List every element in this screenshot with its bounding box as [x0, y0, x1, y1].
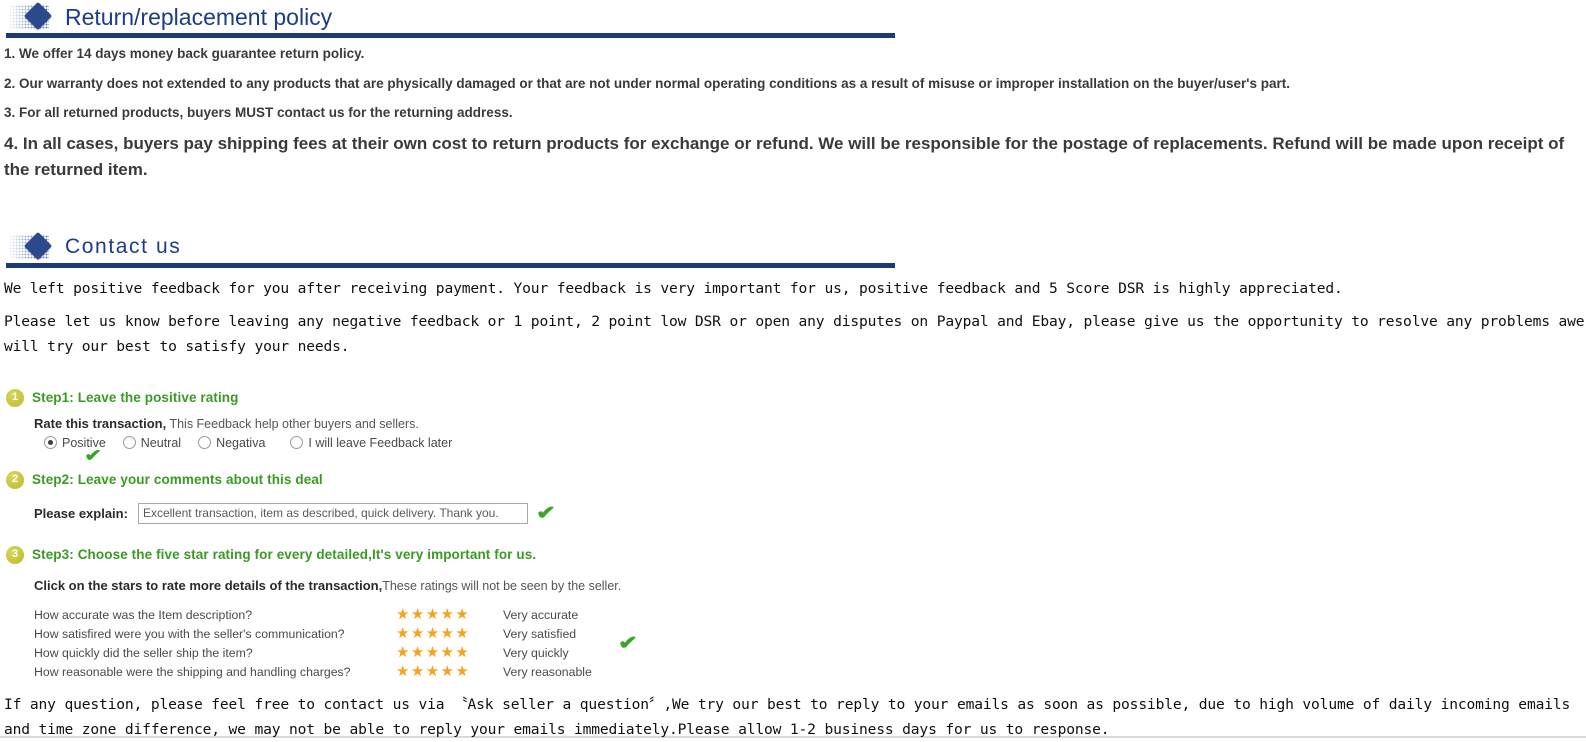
rating-question: How satisfired were you with the seller'…	[34, 626, 345, 641]
star-icons[interactable]: ★★★★★	[396, 645, 470, 660]
radio-feedback-later-label: I will leave Feedback later	[308, 435, 453, 450]
step1-badge: 1	[6, 388, 24, 407]
star-rating-control[interactable]: ★★★★★	[394, 626, 489, 645]
rate-transaction-label: Rate this transaction,	[34, 415, 167, 431]
return-policy-header: Return/replacement policy	[0, 0, 895, 38]
radio-option-neutral[interactable]: Neutral	[122, 435, 182, 450]
detailed-ratings-table: How accurate was the Item description? ★…	[34, 607, 638, 683]
star-icons[interactable]: ★★★★★	[396, 626, 470, 641]
radio-positive-indicator[interactable]	[44, 436, 57, 450]
table-row: How accurate was the Item description? ★…	[34, 607, 636, 626]
step3-title: Step3: Choose the five star rating for e…	[32, 547, 537, 563]
checkmark-icon: ✔	[84, 445, 103, 465]
contact-us-header: Contact us	[0, 230, 895, 268]
contact-us-title: Contact us	[65, 234, 182, 258]
rating-label: Very quickly	[503, 645, 569, 660]
star-icons[interactable]: ★★★★★	[396, 664, 470, 679]
step2-header: 2 Step2: Leave your comments about this …	[0, 470, 1586, 489]
diamond-icon	[9, 231, 65, 262]
click-stars-label: Click on the stars to rate more details …	[34, 577, 383, 593]
rating-radio-group: Positive Neutral Negativa I will leave F…	[34, 435, 1586, 464]
star-rating-control[interactable]: ★★★★★	[394, 664, 489, 683]
policy-item-1: 1. We offer 14 days money back guarantee…	[4, 46, 365, 61]
step1-title: Step1: Leave the positive rating	[32, 390, 239, 406]
please-explain-input[interactable]	[137, 502, 528, 524]
click-stars-line: Click on the stars to rate more details …	[34, 578, 1586, 593]
please-explain-label: Please explain:	[34, 505, 128, 521]
header-divider	[6, 33, 895, 38]
checkmark-icon: ✔	[535, 502, 556, 524]
policy-item-4: 4. In all cases, buyers pay shipping fee…	[4, 133, 1565, 180]
step2-badge: 2	[6, 470, 24, 489]
table-row: How quickly did the seller ship the item…	[34, 645, 636, 664]
return-policy-list: 1. We offer 14 days money back guarantee…	[0, 38, 1586, 184]
diamond-icon	[9, 1, 65, 32]
step3-header: 3 Step3: Choose the five star rating for…	[0, 545, 1586, 564]
policy-item-3: 3. For all returned products, buyers MUS…	[4, 105, 513, 121]
policy-item-2: 2. Our warranty does not extended to any…	[4, 75, 1290, 91]
contact-paragraph-2: Please let us know before leaving any ne…	[4, 312, 1585, 355]
radio-option-negative[interactable]: Negativa	[198, 436, 265, 450]
please-explain-row: Please explain: ✔	[34, 502, 1586, 524]
rating-label: Very satisfied	[503, 626, 577, 641]
rating-label: Very reasonable	[503, 664, 592, 679]
header-divider	[6, 262, 895, 268]
rate-transaction-line: Rate this transaction, This Feedback hel…	[34, 416, 1586, 431]
contact-footer-note: If any question, please feel free to con…	[0, 692, 1586, 742]
rating-question: How quickly did the seller ship the item…	[34, 645, 253, 660]
radio-neutral-label: Neutral	[140, 435, 182, 450]
contact-us-body: We left positive feedback for you after …	[0, 276, 1586, 359]
step3-badge: 3	[6, 545, 24, 564]
rate-transaction-hint: This Feedback help other buyers and sell…	[169, 416, 419, 431]
star-icons[interactable]: ★★★★★	[396, 607, 470, 622]
click-stars-hint: These ratings will not be seen by the se…	[382, 578, 622, 593]
radio-negative-indicator[interactable]	[198, 436, 212, 450]
step1-header: 1 Step1: Leave the positive rating	[0, 388, 1586, 407]
footer-paragraph: If any question, please feel free to con…	[4, 695, 1571, 738]
rating-question: How reasonable were the shipping and han…	[34, 664, 351, 679]
radio-negative-label: Negativa	[216, 435, 266, 450]
checkmark-icon: ✔	[617, 632, 638, 654]
table-row: How satisfired were you with the seller'…	[34, 626, 638, 653]
return-policy-title: Return/replacement policy	[65, 3, 333, 30]
table-row: How reasonable were the shipping and han…	[34, 664, 636, 683]
radio-neutral-indicator[interactable]	[122, 436, 136, 450]
rating-label: Very accurate	[503, 607, 579, 622]
contact-paragraph-1: We left positive feedback for you after …	[4, 279, 1343, 297]
radio-option-feedback-later[interactable]: I will leave Feedback later	[290, 436, 452, 450]
star-rating-control[interactable]: ★★★★★	[394, 607, 489, 626]
rating-question: How accurate was the Item description?	[34, 607, 253, 622]
radio-feedback-later-indicator[interactable]	[290, 436, 304, 450]
star-rating-control[interactable]: ★★★★★	[394, 645, 489, 664]
step2-title: Step2: Leave your comments about this de…	[32, 472, 323, 488]
